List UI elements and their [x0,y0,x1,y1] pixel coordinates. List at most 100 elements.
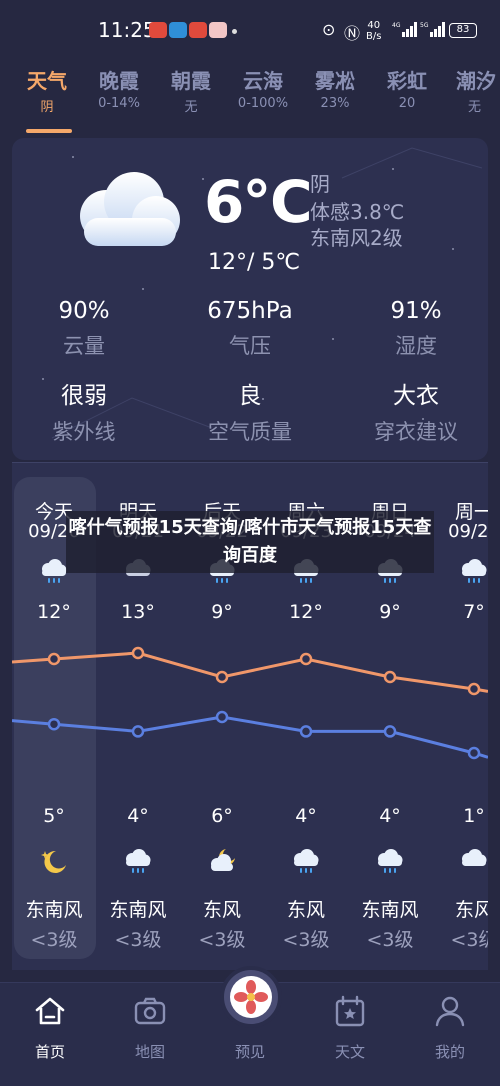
moon-cloud-icon [211,849,235,871]
feels-like: 体感3.8℃ [310,200,405,224]
day-wind-level: <3级 [450,929,488,951]
day-date: 09/25 [448,521,488,542]
weibo-app-icon [189,22,207,38]
metric-label: 湿度 [395,334,437,358]
metric-label: 气压 [229,334,271,358]
metric-value: 大衣 [393,383,439,409]
tab-rime[interactable]: 雾凇 23% [300,66,370,111]
rain-cloud-icon [294,849,319,873]
nav-label: 首页 [34,1043,65,1061]
net-speed-unit: B/s [366,31,382,42]
nav-map[interactable]: 地图 [120,993,180,1062]
day-high-temp: 13° [121,601,155,623]
cloud-icon [80,172,180,246]
bird-app-icon [169,22,187,38]
day-low-temp: 1° [463,805,485,827]
metric-cloud-cover: 90% 云量 [14,298,154,360]
current-temperature: 6℃ [204,168,313,236]
metric-value: 675hPa [207,298,293,324]
calendar-app-icon [209,22,227,38]
flower-icon [230,976,272,1018]
signal-5g-icon: 5G [420,22,445,37]
tab-sunset[interactable]: 晚霞 0-14% [84,66,154,111]
user-icon [435,996,465,1027]
tab-value: 无 [184,100,198,115]
weibo-app-icon [149,22,167,38]
tab-label: 天气 [27,69,67,93]
metric-uv: 很弱 紫外线 [14,376,154,446]
tab-value: 0-14% [98,96,140,111]
nfc-icon: Ⓝ [344,24,361,43]
metric-label: 紫外线 [52,420,116,444]
day-high-temp: 12° [37,601,71,623]
metric-value: 良 [238,383,262,409]
tab-label: 朝霞 [171,69,211,93]
day-wind-level: <3级 [366,929,414,951]
tab-strip: 天气 阴 晚霞 0-14% 朝霞 无 云海 0-100% 雾凇 23% 彩虹 2… [0,66,500,136]
tab-label: 彩虹 [387,69,427,93]
metric-value: 90% [58,298,110,324]
day-wind-level: <3级 [282,929,330,951]
cloud-icon [462,849,487,866]
day-wind-direction: 东南风 [25,899,83,921]
tab-label: 雾凇 [315,69,355,93]
metric-pressure: 675hPa 气压 [180,298,320,360]
day-wind-level: <3级 [198,929,246,951]
day-high-temp: 12° [289,601,323,623]
signal-4g-icon: 4G [392,22,417,37]
nav-label: 地图 [134,1043,165,1061]
svg-text:5G: 5G [420,22,429,29]
nav-home[interactable]: 首页 [20,993,80,1062]
day-wind-direction: 东南风 [109,899,167,921]
day-wind-direction: 东南风 [361,899,419,921]
overlay-title: 喀什气预报15天查询/喀什市天气预报15天查询百度 [66,511,434,573]
temperature-range: 12°/ 5℃ [208,250,301,275]
status-time: 11:25 [98,18,156,42]
tab-label: 晚霞 [99,69,139,93]
metric-label: 空气质量 [208,420,292,444]
net-speed-value: 40 [367,20,381,31]
day-wind-direction: 东风 [202,899,241,921]
tab-cloud-sea[interactable]: 云海 0-100% [228,66,298,111]
metric-humidity: 91% 湿度 [346,298,486,360]
tab-value: 无 [468,100,482,115]
day-low-temp: 6° [211,805,233,827]
tab-tide[interactable]: 潮汐 无 [444,66,500,115]
camera-icon [134,997,166,1025]
svg-text:4G: 4G [392,22,401,29]
forecast-day-5[interactable]: 周一09/25 7° 1° 东风 <3级 [432,463,488,970]
metric-value: 91% [390,298,442,324]
metric-label: 穿衣建议 [374,420,458,444]
moon-star-icon [41,850,66,873]
active-tab-indicator [26,129,72,133]
day-name: 周一 [454,501,488,523]
network-speed: 40 B/s [366,20,381,42]
tab-rainbow[interactable]: 彩虹 20 [372,66,442,111]
rain-cloud-icon [378,849,403,873]
battery-icon: 83 [449,23,477,38]
day-low-temp: 4° [295,805,317,827]
tab-label: 云海 [243,69,283,93]
rain-cloud-icon [462,559,487,583]
more-notifications-icon [232,29,237,34]
home-icon [35,997,65,1025]
tab-value: 阴 [40,100,54,115]
nav-astronomy[interactable]: 天文 [320,993,380,1062]
metric-clothing: 大衣 穿衣建议 [346,376,486,446]
current-weather-card: 6℃ 阴 体感3.8℃ 东南风2级 12°/ 5℃ 90% 云量 675hPa … [12,138,488,460]
tab-sunrise[interactable]: 朝霞 无 [156,66,226,115]
current-wind: 东南风2级 [310,226,403,250]
nav-label: 我的 [434,1043,465,1061]
tab-label: 潮汐 [456,69,496,93]
day-high-temp: 9° [211,601,233,623]
day-wind-direction: 东风 [286,899,325,921]
tab-value: 20 [398,96,416,111]
day-high-temp: 7° [463,601,485,623]
vibrate-icon: ⊙ [322,20,336,39]
tab-weather[interactable]: 天气 阴 [12,66,82,115]
nav-profile[interactable]: 我的 [420,993,480,1062]
metric-air-quality: 良 空气质量 [180,376,320,446]
day-high-temp: 9° [379,601,401,623]
day-low-temp: 5° [43,805,65,827]
tab-value: 0-100% [237,96,289,111]
